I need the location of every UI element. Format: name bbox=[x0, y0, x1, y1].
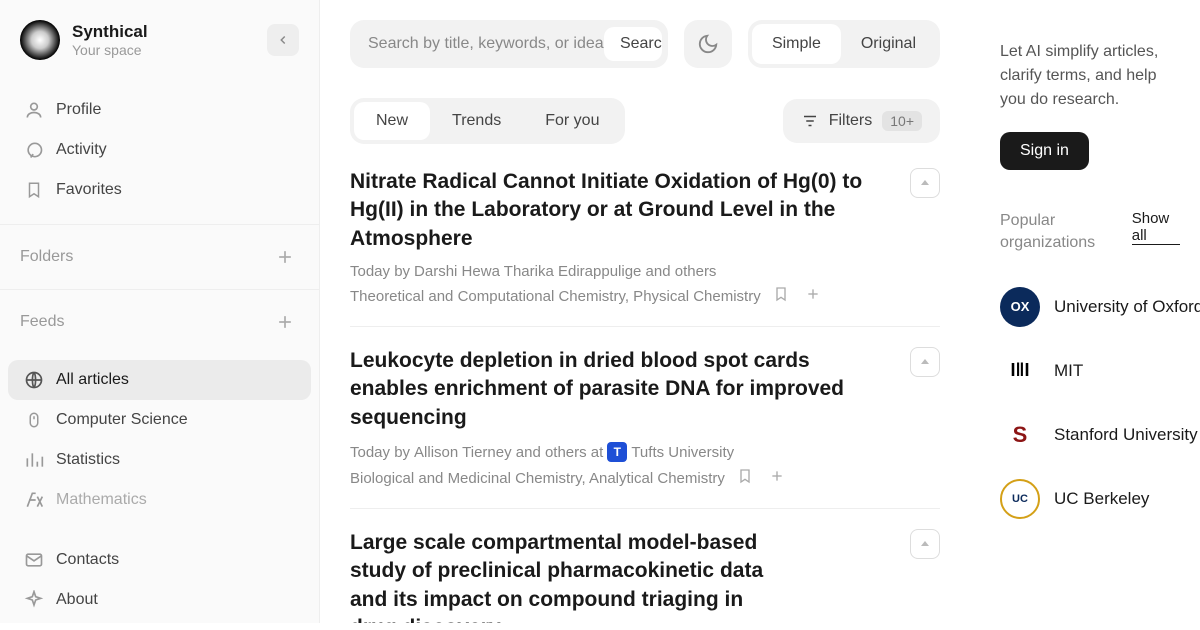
feed-label: Computer Science bbox=[56, 411, 188, 429]
upvote-button[interactable] bbox=[910, 529, 940, 559]
view-original-button[interactable]: Original bbox=[841, 24, 936, 64]
article-title[interactable]: Nitrate Radical Cannot Initiate Oxidatio… bbox=[350, 168, 870, 253]
feed-label: Statistics bbox=[56, 451, 120, 469]
article-title[interactable]: Large scale compartmental model-based st… bbox=[350, 529, 770, 623]
theme-toggle-button[interactable] bbox=[684, 20, 732, 68]
signin-button[interactable]: Sign in bbox=[1000, 132, 1089, 170]
mail-icon bbox=[24, 550, 44, 570]
right-panel: Let AI simplify articles, clarify terms,… bbox=[970, 0, 1200, 623]
view-toggle: Simple Original bbox=[748, 20, 940, 68]
feed-label: Mathematics bbox=[56, 491, 147, 509]
article-title[interactable]: Leukocyte depletion in dried blood spot … bbox=[350, 347, 870, 432]
filters-count: 10+ bbox=[882, 111, 922, 131]
function-icon bbox=[24, 490, 44, 510]
main-content: Search Simple Original New Trends For yo… bbox=[320, 0, 970, 623]
nav-bottom: Contacts About bbox=[0, 530, 319, 630]
org-item-stanford[interactable]: S Stanford University bbox=[1000, 403, 1180, 467]
show-all-link[interactable]: Show all bbox=[1132, 210, 1180, 245]
nav-label: Activity bbox=[56, 141, 107, 159]
feed-mathematics[interactable]: Mathematics bbox=[8, 480, 311, 520]
article-item: Large scale compartmental model-based st… bbox=[350, 509, 940, 623]
nav-label: Contacts bbox=[56, 551, 119, 569]
topbar: Search Simple Original bbox=[350, 20, 940, 68]
chart-icon bbox=[24, 450, 44, 470]
filter-icon bbox=[801, 112, 819, 130]
nav-item-profile[interactable]: Profile bbox=[8, 90, 311, 130]
org-logo: UC bbox=[1000, 479, 1040, 519]
article-tags: Biological and Medicinal Chemistry, Anal… bbox=[350, 468, 890, 488]
feeds-header: Feeds bbox=[0, 294, 319, 350]
nav-primary: Profile Activity Favorites bbox=[0, 80, 319, 220]
brand-title: Synthical bbox=[72, 22, 255, 42]
add-folder-button[interactable] bbox=[271, 243, 299, 271]
tab-new[interactable]: New bbox=[354, 102, 430, 140]
search-wrap: Search bbox=[350, 20, 668, 68]
article-meta: Today by Darshi Hewa Tharika Edirappulig… bbox=[350, 263, 890, 280]
tab-trends[interactable]: Trends bbox=[430, 102, 523, 140]
view-simple-button[interactable]: Simple bbox=[752, 24, 841, 64]
search-input[interactable] bbox=[368, 35, 604, 53]
pitch-text: Let AI simplify articles, clarify terms,… bbox=[1000, 40, 1180, 112]
feed-computer-science[interactable]: Computer Science bbox=[8, 400, 311, 440]
article-list: Nitrate Radical Cannot Initiate Oxidatio… bbox=[350, 168, 940, 623]
add-feed-button[interactable] bbox=[271, 308, 299, 336]
brand: Synthical Your space bbox=[0, 20, 319, 80]
add-button[interactable] bbox=[769, 468, 789, 488]
org-logo: S bbox=[1000, 415, 1040, 455]
feed-label: All articles bbox=[56, 371, 129, 389]
org-badge-icon: T bbox=[607, 442, 627, 462]
article-item: Leukocyte depletion in dried blood spot … bbox=[350, 327, 940, 509]
nav-item-activity[interactable]: Activity bbox=[8, 130, 311, 170]
feed-all-articles[interactable]: All articles bbox=[8, 360, 311, 400]
nav-label: Favorites bbox=[56, 181, 122, 199]
globe-icon bbox=[24, 370, 44, 390]
user-icon bbox=[24, 100, 44, 120]
nav-item-favorites[interactable]: Favorites bbox=[8, 170, 311, 210]
org-item-oxford[interactable]: OX University of Oxford bbox=[1000, 275, 1180, 339]
org-item-mit[interactable]: I‖I MIT bbox=[1000, 339, 1180, 403]
org-list: OX University of Oxford I‖I MIT S Stanfo… bbox=[1000, 275, 1180, 531]
moon-icon bbox=[697, 33, 719, 55]
brand-logo bbox=[20, 20, 60, 60]
tabs-row: New Trends For you Filters 10+ bbox=[350, 98, 940, 144]
nav-label: About bbox=[56, 591, 98, 609]
bookmark-button[interactable] bbox=[737, 468, 757, 488]
mouse-icon bbox=[24, 410, 44, 430]
nav-label: Profile bbox=[56, 101, 101, 119]
sparkle-icon bbox=[24, 590, 44, 610]
add-button[interactable] bbox=[805, 286, 825, 306]
org-item-berkeley[interactable]: UC UC Berkeley bbox=[1000, 467, 1180, 531]
org-logo: I‖I bbox=[1000, 351, 1040, 391]
feed-statistics[interactable]: Statistics bbox=[8, 440, 311, 480]
feeds-list: All articles Computer Science Statistics… bbox=[0, 350, 319, 530]
chat-icon bbox=[24, 140, 44, 160]
upvote-button[interactable] bbox=[910, 168, 940, 198]
collapse-sidebar-button[interactable] bbox=[267, 24, 299, 56]
upvote-button[interactable] bbox=[910, 347, 940, 377]
folders-header: Folders bbox=[0, 229, 319, 285]
popular-orgs-header: Popular organizations bbox=[1000, 210, 1132, 255]
bookmark-icon bbox=[24, 180, 44, 200]
article-item: Nitrate Radical Cannot Initiate Oxidatio… bbox=[350, 168, 940, 327]
search-button[interactable]: Search bbox=[604, 27, 662, 61]
article-meta: Today by Allison Tierney and others at T… bbox=[350, 442, 890, 462]
tab-foryou[interactable]: For you bbox=[523, 102, 621, 140]
brand-subtitle: Your space bbox=[72, 42, 255, 58]
sidebar: Synthical Your space Profile Activity Fa… bbox=[0, 0, 320, 623]
nav-item-contacts[interactable]: Contacts bbox=[8, 540, 311, 580]
org-logo: OX bbox=[1000, 287, 1040, 327]
tabs: New Trends For you bbox=[350, 98, 625, 144]
nav-item-about[interactable]: About bbox=[8, 580, 311, 620]
article-tags: Theoretical and Computational Chemistry,… bbox=[350, 286, 890, 306]
filters-button[interactable]: Filters 10+ bbox=[783, 99, 940, 143]
bookmark-button[interactable] bbox=[773, 286, 793, 306]
